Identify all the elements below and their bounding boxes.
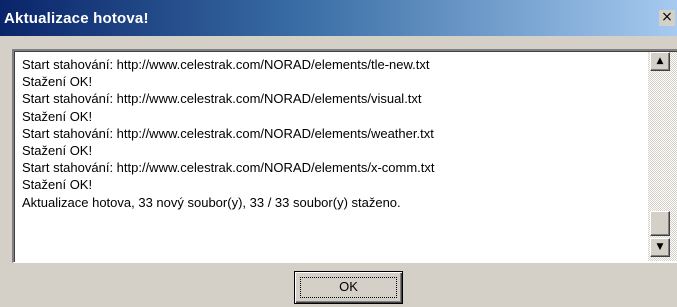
log-line: Start stahování: http://www.celestrak.co… bbox=[22, 57, 430, 72]
log-line: Stažení OK! bbox=[22, 108, 93, 124]
ok-button[interactable]: OK bbox=[294, 271, 403, 304]
log-lines: Start stahování: http://www.celestrak.co… bbox=[22, 56, 642, 211]
log-line: Start stahování: http://www.celestrak.co… bbox=[22, 91, 422, 107]
scroll-down-button[interactable]: ▼ bbox=[650, 238, 670, 257]
close-icon: × bbox=[661, 9, 673, 25]
arrow-down-icon: ▼ bbox=[656, 242, 664, 252]
log-line: Stažení OK! bbox=[22, 143, 93, 159]
close-button[interactable]: × bbox=[659, 10, 675, 26]
ok-button-label: OK bbox=[339, 279, 358, 294]
dialog-window: Aktualizace hotova! × Start stahování: h… bbox=[0, 0, 677, 307]
log-line: Start stahování: http://www.celestrak.co… bbox=[22, 125, 434, 141]
vertical-scrollbar[interactable]: ▲ ▼ bbox=[648, 52, 677, 261]
log-line: Stažení OK! bbox=[22, 74, 93, 90]
scroll-up-button[interactable]: ▲ bbox=[650, 52, 670, 71]
window-title: Aktualizace hotova! bbox=[4, 10, 149, 27]
title-bar[interactable]: Aktualizace hotova! × bbox=[0, 0, 677, 36]
scroll-thumb[interactable] bbox=[650, 211, 670, 236]
log-line: Start stahování: http://www.celestrak.co… bbox=[22, 160, 435, 176]
log-textbox[interactable]: Start stahování: http://www.celestrak.co… bbox=[12, 49, 677, 263]
log-line: Aktualizace hotova, 33 nový soubor(y), 3… bbox=[22, 194, 401, 210]
arrow-up-icon: ▲ bbox=[656, 56, 664, 66]
log-line: Stažení OK! bbox=[22, 177, 93, 193]
